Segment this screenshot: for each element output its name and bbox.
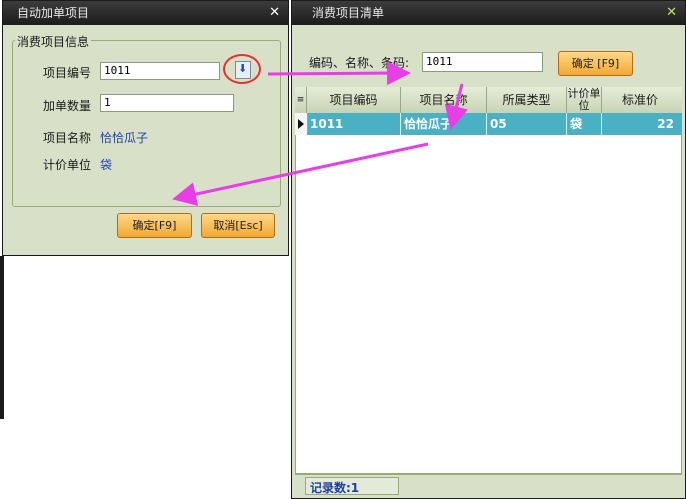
list-close-icon[interactable]: ✕ — [666, 1, 677, 25]
dialog-title: 自动加单项目 — [17, 6, 90, 20]
grid-body — [295, 87, 682, 474]
auto-add-item-dialog: 自动加单项目 ✕ 消费项目信息 项目编号 1011 ⬇ 加单数量 1 项目名称 … — [2, 0, 289, 256]
col-header-unit[interactable]: 计价单位 — [567, 87, 602, 113]
col-header-price[interactable]: 标准价 — [602, 87, 678, 113]
ok-button[interactable]: 确定[F9] — [117, 213, 192, 238]
qty-label: 加单数量 — [43, 99, 92, 113]
grid-header: ≡ 项目编码 项目名称 所属类型 计价单位 标准价 — [295, 87, 682, 114]
unit-value: 袋 — [100, 158, 113, 172]
code-input[interactable]: 1011 — [100, 62, 220, 80]
cell-price: 22 — [657, 117, 674, 131]
list-title: 消费项目清单 — [312, 6, 385, 20]
record-count: 记录数:1 — [310, 481, 360, 495]
col-header-type[interactable]: 所属类型 — [487, 87, 567, 113]
item-list-dialog: 消费项目清单 ✕ 编码、名称、条码: 1011 确定 [F9] ≡ 项目编码 项… — [291, 0, 686, 499]
cancel-button[interactable]: 取消[Esc] — [201, 213, 275, 238]
col-header-name[interactable]: 项目名称 — [401, 87, 487, 113]
name-label: 项目名称 — [43, 131, 92, 145]
status-bar: 记录数:1 — [295, 474, 682, 495]
unit-label: 计价单位 — [43, 158, 92, 172]
dialog-titlebar[interactable]: 自动加单项目 ✕ — [3, 1, 288, 25]
left-window-edge — [0, 256, 4, 419]
cell-type: 05 — [487, 113, 567, 135]
group-title: 消费项目信息 — [15, 33, 92, 50]
close-icon[interactable]: ✕ — [269, 1, 280, 25]
highlight-circle — [223, 54, 261, 84]
cell-name: 恰恰瓜子 — [401, 113, 487, 135]
cell-code: 1011 — [307, 113, 401, 135]
qty-input[interactable]: 1 — [100, 94, 234, 112]
code-label: 项目编号 — [43, 66, 92, 80]
search-ok-button[interactable]: 确定 [F9] — [558, 51, 633, 76]
col-header-code[interactable]: 项目编码 — [307, 87, 401, 113]
search-label: 编码、名称、条码: — [309, 56, 410, 70]
name-value: 恰恰瓜子 — [100, 131, 149, 145]
grid-row-indicator-header: ≡ — [295, 87, 307, 113]
search-input[interactable]: 1011 — [422, 52, 543, 72]
table-row[interactable]: 1011 恰恰瓜子 05 袋 22 — [295, 113, 682, 135]
record-count-box: 记录数:1 — [305, 477, 399, 495]
list-titlebar[interactable]: 消费项目清单 ✕ — [292, 1, 685, 25]
cell-unit: 袋 — [567, 113, 602, 135]
